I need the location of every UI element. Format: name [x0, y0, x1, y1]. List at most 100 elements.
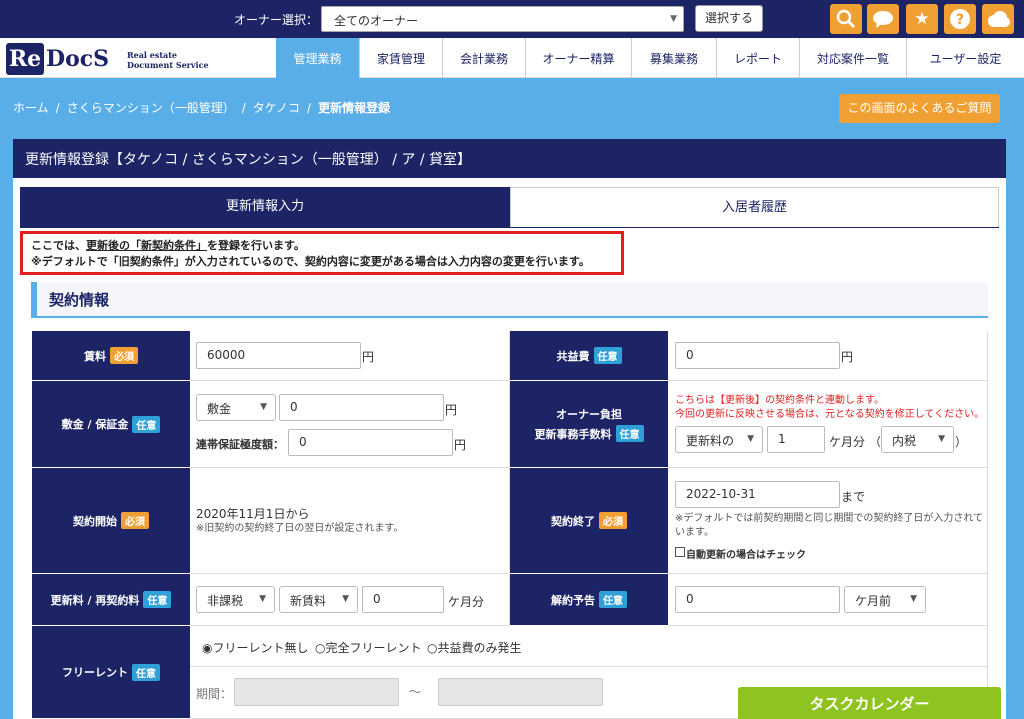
task-calendar-button[interactable]: タスクカレンダー — [738, 687, 1001, 719]
owner-fee-note-1: こちらは【更新後】の契約条件と連動します。 — [675, 395, 884, 406]
renewal-fee-label: 更新料 / 再契約料 任意 — [32, 574, 190, 626]
contract-start-note: ※旧契約の契約終了日の翌日が設定されます。 — [196, 523, 404, 534]
section-title-contract: 契約情報 — [31, 282, 988, 318]
top-bar: オーナー選択： 全てのオーナー ▼ 選択する ★ ? — [0, 0, 1024, 38]
free-rent-tilde: 〜 — [409, 685, 422, 699]
auto-renew-checkbox[interactable] — [675, 547, 685, 557]
logo-docs: DocS — [46, 46, 110, 72]
free-rent-label: フリーレント 任意 — [32, 626, 190, 719]
renewal-fee-input[interactable]: 0 — [362, 586, 444, 613]
chevron-down-icon: ▼ — [670, 14, 677, 24]
nav-item-user-settings[interactable]: ユーザー設定 — [906, 38, 1024, 78]
search-icon[interactable] — [830, 4, 862, 34]
nav-item-recruitment[interactable]: 募集業務 — [631, 38, 716, 78]
owner-select-value: 全てのオーナー — [334, 14, 419, 28]
tab-tenant-history[interactable]: 入居者履歴 — [510, 187, 999, 227]
deposit-unit: 円 — [445, 403, 458, 417]
owner-fee-basis-select[interactable]: 更新料の ▼ — [675, 426, 763, 453]
help-icon[interactable]: ? — [944, 4, 976, 34]
free-rent-start-input[interactable] — [234, 678, 399, 706]
rent-input[interactable]: 60000 — [196, 342, 361, 369]
breadcrumb-tenant[interactable]: タケノコ — [253, 101, 300, 115]
notice-period-input[interactable]: 0 — [675, 586, 840, 613]
notice-period-label: 解約予告 任意 — [510, 574, 668, 626]
common-fee-label: 共益費 任意 — [510, 331, 668, 381]
contract-start-value: 2020年11月1日から — [196, 507, 310, 521]
notice-line-2: ※デフォルトで「旧契約条件」が入力されているので、契約内容に変更がある場合は入力… — [31, 255, 590, 268]
auto-renew-label: 自動更新の場合はチェック — [686, 550, 806, 561]
logo-subtitle: Real estate Document Service — [127, 50, 209, 70]
renewal-fee-basis-select[interactable]: 新賃料 ▼ — [279, 586, 358, 613]
header: Re DocS Real estate Document Service 管理業務… — [0, 38, 1024, 78]
nav-item-management[interactable]: 管理業務 — [276, 38, 359, 78]
owner-fee-tax-select[interactable]: 内税 ▼ — [881, 426, 954, 453]
deposit-label: 敷金 / 保証金 任意 — [32, 381, 190, 468]
deposit-type-select[interactable]: 敷金 ▼ — [196, 394, 276, 421]
paren-open: （ — [869, 435, 882, 449]
cloud-icon[interactable] — [982, 4, 1014, 34]
renewal-fee-tax-select[interactable]: 非課税 ▼ — [196, 586, 275, 613]
renewal-fee-unit: ケ月分 — [448, 595, 485, 609]
free-rent-period-label: 期間： — [196, 687, 233, 701]
deposit-input[interactable]: 0 — [279, 394, 444, 421]
free-rent-option-none[interactable]: ◉フリーレント無し — [202, 639, 309, 656]
chevron-down-icon: ▼ — [342, 594, 349, 604]
nav-item-owner-settlement[interactable]: オーナー精算 — [525, 38, 631, 78]
faq-button[interactable]: この画面のよくあるご質問 — [839, 94, 1000, 123]
star-icon[interactable]: ★ — [906, 4, 938, 34]
optional-badge: 任意 — [132, 663, 160, 681]
free-rent-option-full[interactable]: ○完全フリーレント — [315, 639, 422, 656]
owner-fee-months-unit: ケ月分 — [829, 435, 866, 449]
free-rent-options-cell — [190, 626, 988, 667]
notice-line-1: ここでは、更新後の「新契約条件」を登録を行います。 — [31, 239, 305, 252]
guarantee-input[interactable]: 0 — [288, 429, 453, 456]
optional-badge: 任意 — [593, 347, 622, 364]
owner-select[interactable]: 全てのオーナー ▼ — [321, 6, 684, 32]
common-fee-input[interactable]: 0 — [675, 342, 840, 369]
required-badge: 必須 — [110, 347, 138, 364]
breadcrumb-building[interactable]: さくらマンション（一般管理） — [67, 101, 235, 115]
main-nav: 管理業務 家賃管理 会計業務 オーナー精算 募集業務 レポート 対応案件一覧 ユ… — [276, 38, 1024, 78]
owner-fee-label: オーナー負担 更新事務手数料 任意 — [510, 381, 668, 468]
nav-item-report[interactable]: レポート — [716, 38, 799, 78]
common-fee-unit: 円 — [841, 350, 854, 364]
owner-fee-note-2: 今回の更新に反映させる場合は、元となる契約を修正してください。 — [675, 409, 985, 420]
chevron-down-icon: ▼ — [260, 402, 267, 412]
chevron-down-icon: ▼ — [910, 594, 917, 604]
paren-close: ） — [955, 435, 968, 449]
tab-renewal-input[interactable]: 更新情報入力 — [20, 187, 510, 227]
tab-divider — [20, 227, 999, 228]
select-owner-button[interactable]: 選択する — [695, 5, 763, 32]
rent-unit: 円 — [362, 350, 375, 364]
contract-start-label: 契約開始 必須 — [32, 468, 190, 574]
contract-end-input[interactable]: 2022-10-31 — [675, 481, 840, 508]
svg-text:?: ? — [956, 12, 964, 28]
contract-end-note-2: います。 — [675, 527, 714, 538]
optional-badge: 任意 — [615, 425, 644, 442]
breadcrumb: ホーム / さくらマンション（一般管理） / タケノコ / 更新情報登録 — [13, 101, 391, 115]
guarantee-label: 連帯保証極度額： — [196, 438, 284, 451]
breadcrumb-current: 更新情報登録 — [318, 101, 391, 115]
chevron-down-icon: ▼ — [259, 594, 266, 604]
optional-badge: 任意 — [599, 591, 627, 608]
chat-icon[interactable] — [867, 4, 899, 34]
nav-item-cases[interactable]: 対応案件一覧 — [799, 38, 906, 78]
free-rent-option-common[interactable]: ○共益費のみ発生 — [427, 639, 522, 656]
chevron-down-icon: ▼ — [747, 434, 754, 444]
contract-end-suffix: まで — [841, 490, 866, 504]
page-title: 更新情報登録【タケノコ / さくらマンション（一般管理） / ア / 貸室】 — [13, 139, 1006, 178]
notice-box: ここでは、更新後の「新契約条件」を登録を行います。 ※デフォルトで「旧契約条件」… — [20, 231, 624, 275]
optional-badge: 任意 — [143, 591, 172, 608]
free-rent-end-input[interactable] — [438, 678, 603, 706]
breadcrumb-home[interactable]: ホーム — [13, 101, 49, 115]
required-badge: 必須 — [121, 512, 149, 529]
contract-end-note-1: ※デフォルトでは前契約期間と同じ期間での契約終了日が入力されて — [675, 513, 984, 524]
owner-fee-months-input[interactable]: 1 — [767, 426, 825, 453]
nav-item-accounting[interactable]: 会計業務 — [442, 38, 525, 78]
contract-end-label: 契約終了 必須 — [510, 468, 668, 574]
logo-re: Re — [6, 43, 44, 75]
rent-label: 賃料 必須 — [32, 331, 190, 381]
notice-period-unit-select[interactable]: ケ月前 ▼ — [844, 586, 926, 613]
owner-select-label: オーナー選択： — [234, 13, 319, 27]
nav-item-rent[interactable]: 家賃管理 — [359, 38, 442, 78]
